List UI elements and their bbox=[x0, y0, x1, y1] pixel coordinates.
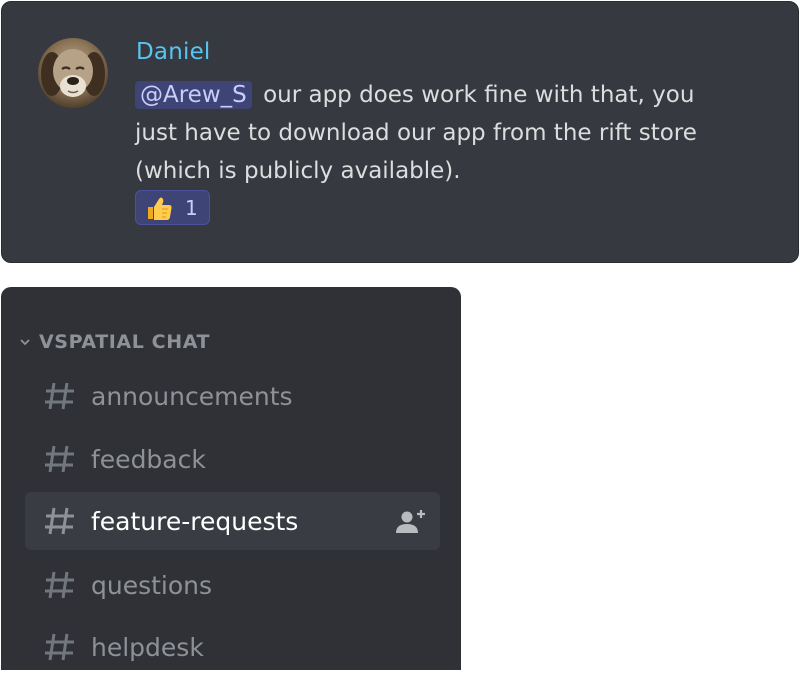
channel-questions[interactable]: questions bbox=[25, 556, 440, 614]
chevron-down-icon bbox=[20, 339, 30, 346]
dog-avatar-icon bbox=[41, 49, 105, 97]
message-author[interactable]: Daniel bbox=[136, 39, 211, 65]
channel-name: helpdesk bbox=[91, 632, 204, 662]
channel-feature-requests[interactable]: feature-requests bbox=[25, 492, 440, 550]
reaction-count: 1 bbox=[185, 195, 198, 220]
channel-helpdesk[interactable]: helpdesk bbox=[25, 618, 440, 676]
hashtag-icon bbox=[43, 568, 77, 602]
reaction-button[interactable]: 1 bbox=[135, 190, 210, 225]
create-invite-icon[interactable] bbox=[396, 508, 426, 534]
channel-sidebar: VSPATIAL CHAT announcements feedback fea… bbox=[1, 287, 461, 670]
channel-name: announcements bbox=[91, 381, 293, 411]
channel-announcements[interactable]: announcements bbox=[25, 367, 440, 425]
hashtag-icon bbox=[43, 442, 77, 476]
channel-feedback[interactable]: feedback bbox=[25, 430, 440, 488]
avatar[interactable] bbox=[38, 38, 108, 108]
hashtag-icon bbox=[43, 379, 77, 413]
channel-name: feedback bbox=[91, 444, 206, 474]
hashtag-icon bbox=[43, 630, 77, 664]
channel-name: questions bbox=[91, 570, 213, 600]
category-label: VSPATIAL CHAT bbox=[39, 331, 211, 353]
message-card: Daniel @Arew_S our app does work fine wi… bbox=[1, 1, 799, 263]
category-header[interactable]: VSPATIAL CHAT bbox=[19, 331, 210, 353]
user-mention[interactable]: @Arew_S bbox=[135, 81, 252, 109]
channel-name: feature-requests bbox=[91, 506, 299, 536]
hashtag-icon bbox=[43, 504, 77, 538]
thumbs-up-icon bbox=[145, 194, 173, 222]
message-content: @Arew_S our app does work fine with that… bbox=[135, 76, 715, 190]
